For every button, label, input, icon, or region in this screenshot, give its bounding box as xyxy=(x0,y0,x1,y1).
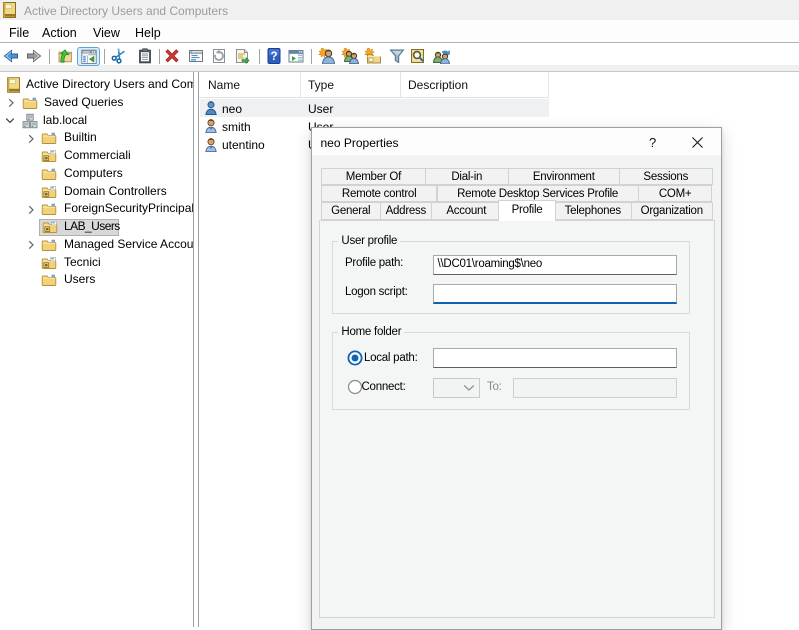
svg-text:?: ? xyxy=(270,51,277,63)
